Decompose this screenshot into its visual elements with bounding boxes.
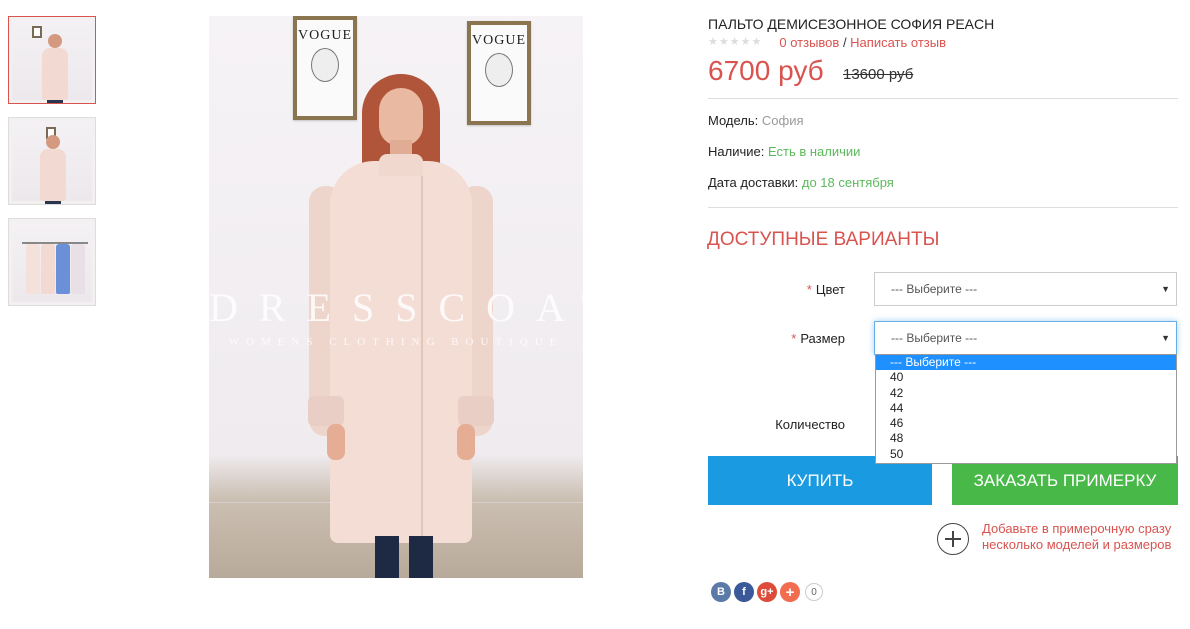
gallery-thumbnail-3[interactable] <box>8 218 96 306</box>
gallery-thumbnail-1[interactable] <box>8 16 96 104</box>
reviews-link[interactable]: 0 отзывов <box>779 35 839 50</box>
color-label: * Цвет <box>806 282 845 297</box>
more-share-icon[interactable]: + <box>780 582 800 602</box>
plus-circle-icon[interactable] <box>937 523 969 555</box>
share-bar: B f g+ + 0 <box>711 582 823 602</box>
link-separator: / <box>839 35 851 50</box>
chevron-down-icon: ▼ <box>1161 284 1170 294</box>
coat <box>330 161 472 543</box>
thumbnail-image <box>12 20 92 103</box>
divider <box>708 207 1178 208</box>
gallery-thumbnail-2[interactable] <box>8 117 96 205</box>
size-option[interactable]: 42 <box>876 386 1176 401</box>
size-option[interactable]: 46 <box>876 416 1176 431</box>
size-dropdown-list[interactable]: --- Выберите --- 40 42 44 46 48 50 <box>875 354 1177 464</box>
rating-row: ★ ★ ★ ★ ★ 0 отзывов / Написать отзыв <box>708 35 946 50</box>
price: 6700 руб <box>708 55 824 86</box>
product-title: ПАЛЬТО ДЕМИСЕЗОННОЕ СОФИЯ PEACH <box>708 16 995 32</box>
old-price: 13600 руб <box>843 66 914 83</box>
googleplus-share-icon[interactable]: g+ <box>757 582 777 602</box>
chevron-down-icon: ▼ <box>1161 333 1170 343</box>
star-icon: ★ <box>729 36 740 48</box>
size-option[interactable]: 40 <box>876 370 1176 385</box>
star-icon: ★ <box>740 36 751 48</box>
size-option[interactable]: 50 <box>876 447 1176 462</box>
spec-model: Модель: София <box>708 113 804 128</box>
size-select[interactable]: --- Выберите --- ▼ <box>874 321 1177 355</box>
thumbnail-image <box>12 121 92 204</box>
size-option[interactable]: 48 <box>876 431 1176 446</box>
size-option[interactable]: 44 <box>876 401 1176 416</box>
share-count: 0 <box>805 583 823 601</box>
thumbnail-image <box>12 222 92 302</box>
main-product-photo[interactable]: VOGUE VOGUE DRESSCOAT WOMENS CLOTHING BO… <box>209 16 583 578</box>
spec-stock: Наличие: Есть в наличии <box>708 144 861 159</box>
write-review-link[interactable]: Написать отзыв <box>850 35 946 50</box>
color-select[interactable]: --- Выберите --- ▼ <box>874 272 1177 306</box>
vk-share-icon[interactable]: B <box>711 582 731 602</box>
facebook-share-icon[interactable]: f <box>734 582 754 602</box>
fitting-note: Добавьте в примерочную сразу несколько м… <box>982 521 1172 552</box>
wall-picture-left: VOGUE <box>293 16 357 120</box>
wall-picture-right: VOGUE <box>467 21 531 125</box>
rating-stars: ★ ★ ★ ★ ★ <box>708 37 761 48</box>
watermark: DRESSCOAT <box>209 285 583 330</box>
options-heading: ДОСТУПНЫЕ ВАРИАНТЫ <box>707 229 940 250</box>
star-icon: ★ <box>718 36 729 48</box>
watermark-subtitle: WOMENS CLOTHING BOUTIQUE <box>228 336 564 348</box>
star-icon: ★ <box>708 36 718 48</box>
size-label: * Размер <box>791 331 845 346</box>
spec-delivery: Дата доставки: до 18 сентября <box>708 175 894 190</box>
quantity-label: Количество <box>775 417 845 432</box>
size-option[interactable]: --- Выберите --- <box>876 355 1176 371</box>
divider <box>708 98 1178 99</box>
star-icon: ★ <box>751 36 762 48</box>
